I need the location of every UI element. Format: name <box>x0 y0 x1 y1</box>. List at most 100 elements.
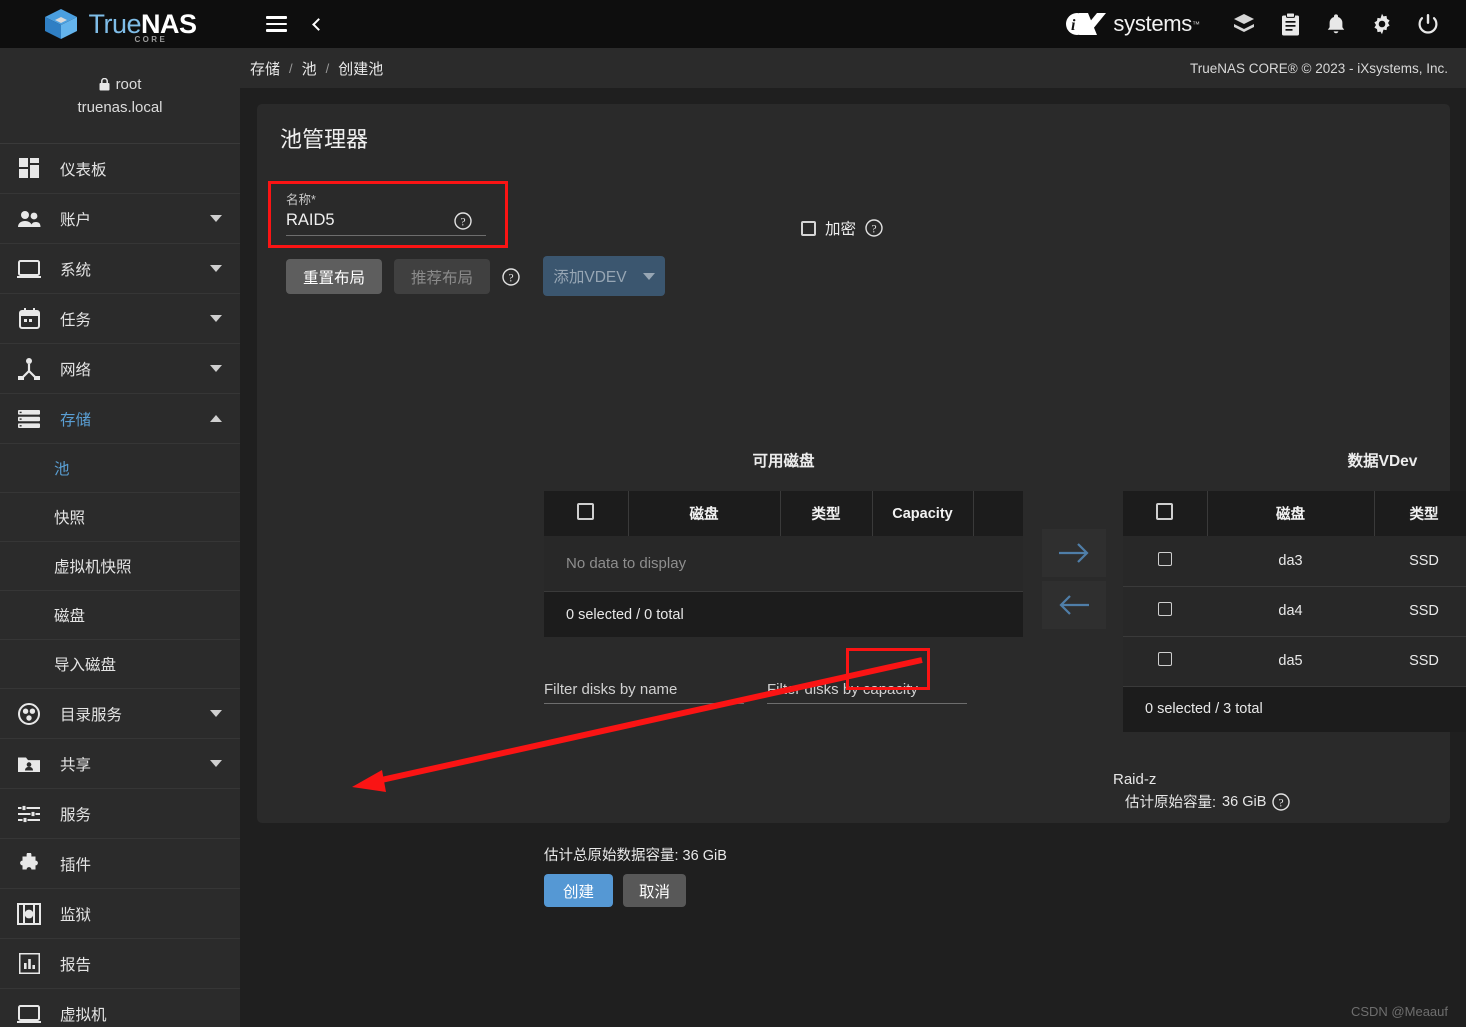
sidebar-subitem-label: 快照 <box>54 510 86 527</box>
chevron-up-icon[interactable] <box>210 415 222 422</box>
task-manager-icon[interactable] <box>1270 4 1310 44</box>
sidebar-item-dashboard[interactable]: 仪表板 <box>0 144 240 194</box>
pool-name-label: 名称* <box>286 189 486 208</box>
sidebar-item-label: 存储 <box>60 411 92 429</box>
brand-logo[interactable]: TrueNAS CORE <box>0 0 240 48</box>
table-header-row: 磁盘 类型 Capacity <box>1123 491 1466 536</box>
breadcrumb-item-storage[interactable]: 存储 <box>250 58 280 79</box>
settings-gear-icon[interactable] <box>1362 4 1402 44</box>
sidebar-item-virtual-machines[interactable]: 虚拟机 <box>0 989 240 1027</box>
sidebar-item-system[interactable]: 系统 <box>0 244 240 294</box>
ix-mark-icon: i <box>1066 13 1107 35</box>
add-vdev-button[interactable]: 添加VDEV <box>543 256 665 296</box>
chevron-down-icon[interactable] <box>210 315 222 322</box>
available-disks-panel: 可用磁盘 磁盘 类型 Capacity No data to display 0… <box>544 449 1023 637</box>
power-icon[interactable] <box>1408 4 1448 44</box>
menu-toggle-button[interactable] <box>256 0 296 48</box>
pool-name-label-text: 名称 <box>286 193 312 207</box>
storage-icon <box>14 407 44 431</box>
help-icon[interactable]: ? <box>454 211 472 230</box>
cell-disk: da5 <box>1207 636 1374 687</box>
sidebar-subitem-disks[interactable]: 磁盘 <box>0 591 240 640</box>
user-info: root truenas.local <box>0 48 240 144</box>
filter-disks-by-name-input[interactable]: Filter disks by name <box>544 681 744 704</box>
top-bar: i systems ™ <box>240 0 1466 48</box>
form-actions: 创建 取消 <box>544 874 687 907</box>
breadcrumb-bar: 存储 / 池 / 创建池 TrueNAS CORE® © 2023 - iXsy… <box>240 48 1466 88</box>
chevron-down-icon[interactable] <box>210 365 222 372</box>
reset-layout-button[interactable]: 重置布局 <box>286 259 383 294</box>
chevron-down-icon[interactable] <box>210 710 222 717</box>
sidebar-item-services[interactable]: 服务 <box>0 789 240 839</box>
row-checkbox[interactable] <box>1158 551 1172 566</box>
jails-vm-icon[interactable] <box>1224 4 1264 44</box>
tasks-icon <box>14 307 44 331</box>
sidebar-item-label: 任务 <box>60 311 92 329</box>
sidebar-item-sharing[interactable]: 共享 <box>0 739 240 789</box>
layout-buttons: 重置布局 推荐布局 ? <box>286 259 520 294</box>
cell-select <box>1123 586 1207 637</box>
sidebar-item-accounts[interactable]: 账户 <box>0 194 240 244</box>
help-icon[interactable]: ? <box>865 219 883 237</box>
move-right-button[interactable] <box>1042 529 1106 577</box>
col-disk[interactable]: 磁盘 <box>1207 491 1375 536</box>
cell-type: SSD <box>1374 536 1466 587</box>
cancel-button[interactable]: 取消 <box>623 874 687 907</box>
col-type[interactable]: 类型 <box>780 491 873 536</box>
sidebar-item-jails[interactable]: 监狱 <box>0 889 240 939</box>
col-disk[interactable]: 磁盘 <box>628 491 781 536</box>
encryption-option: 加密 ? <box>801 217 883 239</box>
sidebar-item-network[interactable]: 网络 <box>0 344 240 394</box>
select-all-checkbox[interactable] <box>577 503 595 520</box>
sidebar-subitem-import-disk[interactable]: 导入磁盘 <box>0 640 240 689</box>
svg-text:?: ? <box>460 216 465 228</box>
chevron-left-icon <box>311 17 325 31</box>
table-header-row: 磁盘 类型 Capacity <box>544 491 1023 536</box>
encryption-checkbox[interactable] <box>801 220 816 236</box>
data-vdev-footer: 0 selected / 3 total <box>1123 686 1466 732</box>
sidebar-item-label: 系统 <box>60 261 92 279</box>
network-icon <box>14 357 44 381</box>
sidebar-item-directory-services[interactable]: 目录服务 <box>0 689 240 739</box>
filter-disks-by-capacity-input[interactable]: Filter disks by capacity <box>767 681 967 704</box>
breadcrumb-separator: / <box>325 60 330 76</box>
sidebar-item-storage[interactable]: 存储 <box>0 394 240 444</box>
create-button[interactable]: 创建 <box>544 874 614 907</box>
col-capacity[interactable]: Capacity <box>872 491 974 536</box>
col-select <box>1123 491 1208 536</box>
chevron-down-icon[interactable] <box>210 760 222 767</box>
cell-disk: da4 <box>1207 586 1374 637</box>
encryption-label: 加密 <box>825 221 857 238</box>
estimated-raw-value: 36 GiB <box>1222 793 1267 810</box>
notifications-bell-icon[interactable] <box>1316 4 1356 44</box>
plugins-icon <box>14 852 44 876</box>
row-checkbox[interactable] <box>1158 652 1172 666</box>
move-left-button[interactable] <box>1042 581 1106 629</box>
sidebar-item-reporting[interactable]: 报告 <box>0 939 240 989</box>
sidebar-item-label: 监狱 <box>60 906 92 924</box>
sidebar-subitem-pools[interactable]: 池 <box>0 444 240 493</box>
chevron-down-icon[interactable] <box>210 215 222 222</box>
user-row: root <box>99 76 141 93</box>
table-row[interactable]: da4 SSD 20 GiB <box>1123 586 1466 637</box>
pool-name-input[interactable] <box>286 211 446 230</box>
sidebar-subitem-vm-snapshots[interactable]: 虚拟机快照 <box>0 542 240 591</box>
select-all-checkbox[interactable] <box>1156 503 1174 520</box>
watermark-text: CSDN @Meaauf <box>1350 1004 1448 1019</box>
system-icon <box>14 257 44 281</box>
help-icon[interactable]: ? <box>502 267 520 286</box>
col-type[interactable]: 类型 <box>1374 491 1466 536</box>
available-disks-table: 磁盘 类型 Capacity <box>544 491 1023 536</box>
help-icon[interactable]: ? <box>1272 792 1291 811</box>
breadcrumb-item-pools[interactable]: 池 <box>302 58 317 79</box>
reporting-icon <box>14 952 44 976</box>
chevron-down-icon[interactable] <box>210 265 222 272</box>
row-checkbox[interactable] <box>1158 602 1172 616</box>
sidebar-item-plugins[interactable]: 插件 <box>0 839 240 889</box>
back-button[interactable] <box>296 0 336 48</box>
table-row[interactable]: da3 SSD 20 GiB <box>1123 536 1466 587</box>
table-row[interactable]: da5 SSD 20 GiB <box>1123 636 1466 687</box>
sidebar-item-label: 服务 <box>60 806 92 824</box>
sidebar-item-tasks[interactable]: 任务 <box>0 294 240 344</box>
sidebar-subitem-snapshots[interactable]: 快照 <box>0 493 240 542</box>
